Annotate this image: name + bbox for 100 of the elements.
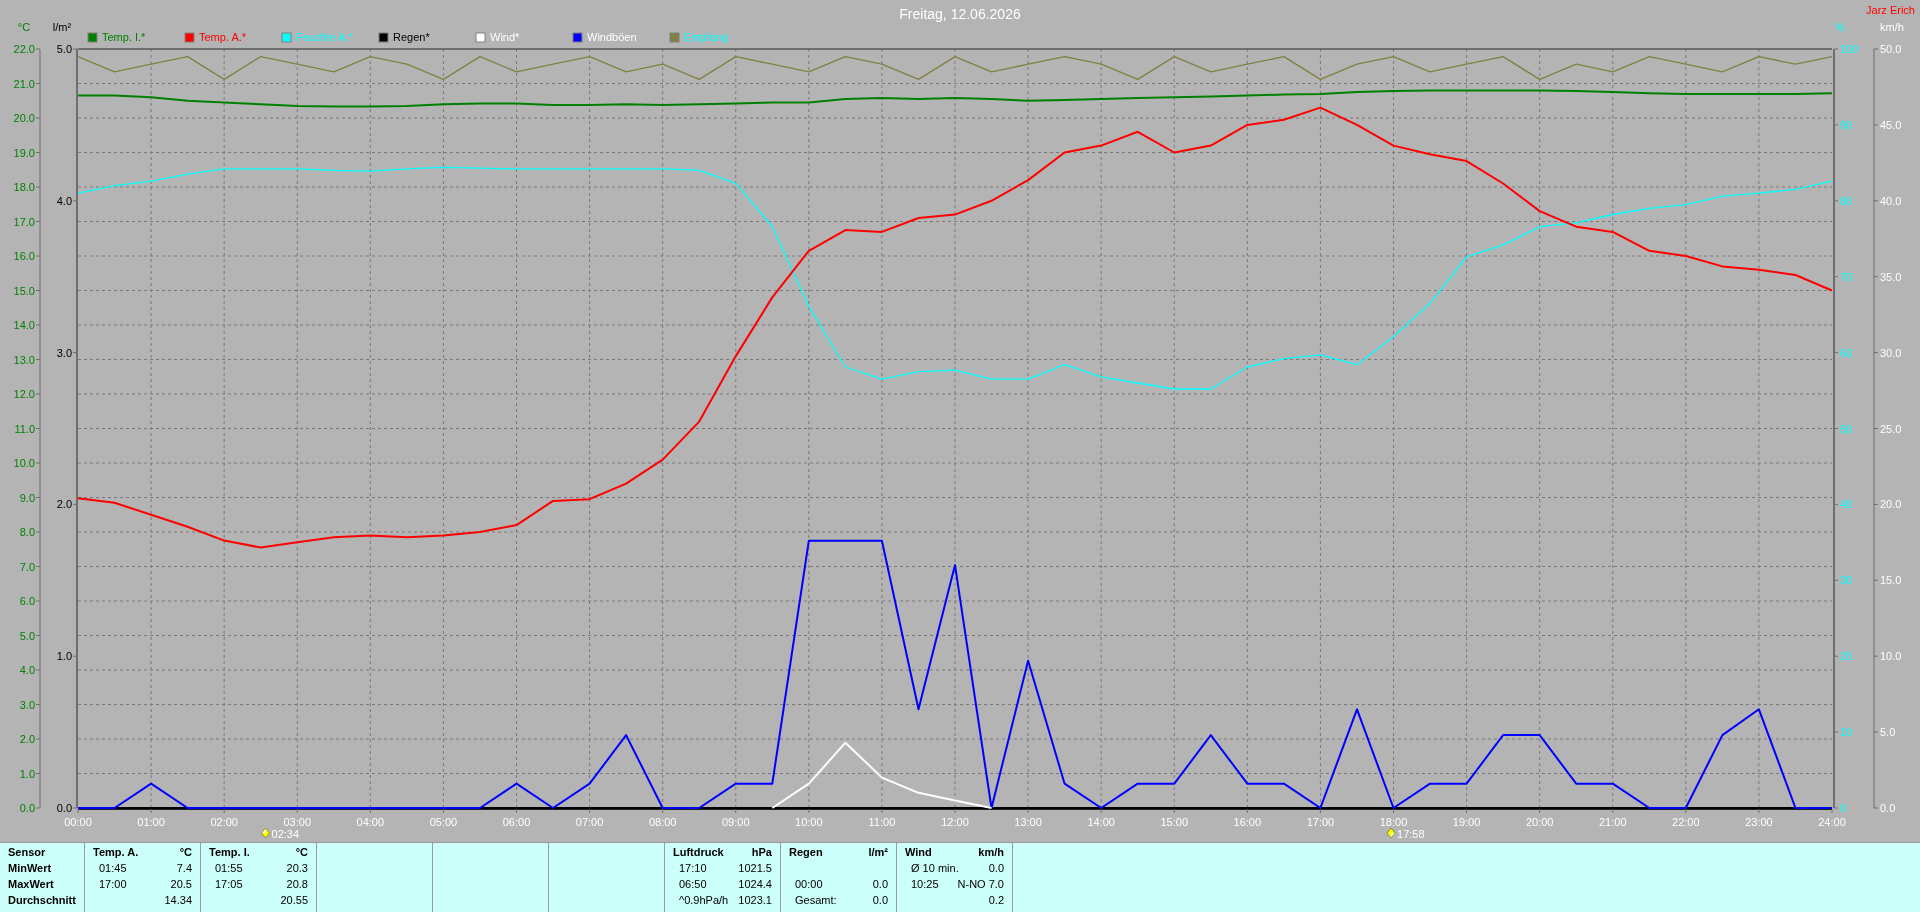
- axis-tick-label: 1.0: [56, 650, 72, 663]
- axis-tick-label: 01:00: [137, 816, 165, 828]
- axis-tick-label: 04:00: [356, 816, 385, 828]
- axis-tick-label: 100: [1840, 43, 1859, 55]
- axis-tick-label: 14:00: [1087, 816, 1115, 828]
- axis-tick-label: 21.0: [13, 77, 35, 90]
- axis-tick-label: 0.0: [19, 802, 35, 814]
- axis-tick-label: 10.0: [1880, 650, 1902, 663]
- axis-tick-label: 40.0: [1880, 194, 1902, 207]
- column-header: Regen: [789, 845, 823, 860]
- legend-label: Wind*: [490, 31, 520, 43]
- time-value: 17:05: [214, 877, 243, 892]
- axis-tick-label: 0.0: [56, 802, 72, 814]
- unit-header: l/m²: [868, 845, 888, 860]
- axis-tick-label: 90: [1840, 118, 1853, 131]
- sun-time-label: 17:58: [1397, 828, 1425, 840]
- legend-label: Empfang: [684, 31, 729, 43]
- time-value: 00:00: [794, 877, 823, 892]
- time-value: 01:45: [98, 861, 127, 876]
- axis-tick-label: 18:00: [1379, 816, 1408, 828]
- axis-tick-label: 70: [1840, 270, 1853, 283]
- measured-value: 1024.4: [738, 877, 772, 892]
- time-value: 17:00: [98, 877, 127, 892]
- axis-tick-label: 07:00: [575, 816, 604, 828]
- axis-tick-label: 22.0: [13, 43, 35, 55]
- legend-label: Temp. I.*: [102, 31, 146, 43]
- axis-tick-label: 40: [1840, 498, 1853, 511]
- axis-tick-label: 12.0: [13, 388, 35, 400]
- axis-tick-label: 35.0: [1880, 270, 1902, 283]
- time-value: Gesamt:: [794, 893, 837, 908]
- sun-marker-icon: [261, 827, 270, 839]
- axis-tick-label: 4.0: [56, 194, 72, 207]
- time-value: Ø 10 min.: [910, 861, 959, 876]
- axis-tick-label: 50.0: [1880, 43, 1902, 55]
- column-header: Temp. A.: [93, 845, 139, 860]
- axis-unit-label: °C: [17, 21, 31, 33]
- axis-tick-label: 03:00: [283, 816, 311, 828]
- axis-tick-label: 6.0: [19, 595, 35, 607]
- measured-value: N-NO 7.0: [957, 877, 1004, 892]
- axis-tick-label: 18.0: [13, 181, 35, 193]
- time-value: 06:50: [678, 877, 707, 892]
- axis-tick-label: 7.0: [19, 560, 35, 573]
- axis-tick-label: 10.0: [13, 457, 35, 469]
- measured-value: 14.34: [164, 893, 192, 908]
- axis-tick-label: 12:00: [941, 816, 969, 828]
- axis-tick-label: 2.0: [19, 733, 35, 745]
- column-header: Sensor: [8, 845, 46, 860]
- axis-tick-label: 5.0: [1880, 726, 1896, 739]
- legend-label: Regen*: [393, 31, 430, 43]
- axis-tick-label: 0: [1840, 802, 1847, 814]
- axis-tick-label: 19:00: [1452, 816, 1481, 828]
- axis-tick-label: 24:00: [1818, 816, 1846, 828]
- axis-tick-label: 5.0: [19, 629, 35, 642]
- axis-tick-label: 5.0: [56, 43, 72, 55]
- axis-tick-label: 16:00: [1233, 816, 1262, 828]
- time-value: ^0.9hPa/h: [678, 893, 729, 908]
- axis-tick-label: 13:00: [1014, 816, 1042, 828]
- measured-value: 0.0: [872, 893, 888, 908]
- axis-unit-label: %: [1835, 21, 1845, 33]
- axis-unit-label: l/m²: [52, 21, 72, 33]
- axis-tick-label: 20: [1840, 650, 1853, 663]
- legend-label: Temp. A.*: [199, 31, 247, 43]
- axis-tick-label: 80: [1840, 194, 1853, 207]
- axis-tick-label: 30: [1840, 574, 1853, 587]
- axis-tick-label: 30.0: [1880, 346, 1902, 359]
- unit-header: °C: [295, 845, 308, 860]
- time-value: 10:25: [910, 877, 939, 892]
- axis-tick-label: 20.0: [1880, 498, 1902, 511]
- measured-value: 0.0: [872, 877, 888, 892]
- row-label: MinWert: [8, 861, 52, 876]
- axis-tick-label: 16.0: [13, 250, 35, 262]
- axis-tick-label: 10: [1840, 726, 1853, 739]
- sun-time-label: 02:34: [271, 828, 300, 840]
- axis-unit-label: km/h: [1880, 21, 1904, 33]
- legend-label: Feuchte A.*: [296, 31, 353, 43]
- axis-tick-label: 4.0: [19, 664, 35, 676]
- axis-tick-label: 08:00: [648, 816, 677, 828]
- legend-label: Windböen: [587, 31, 637, 43]
- axis-tick-label: 21:00: [1599, 816, 1627, 828]
- axis-tick-label: 17.0: [13, 215, 35, 228]
- measured-value: 20.8: [286, 877, 308, 892]
- measured-value: 1021.5: [738, 861, 772, 876]
- axis-tick-label: 13.0: [13, 353, 35, 366]
- axis-tick-label: 8.0: [19, 526, 35, 538]
- axis-tick-label: 06:00: [502, 816, 531, 828]
- axis-tick-label: 11.0: [14, 422, 35, 435]
- axis-tick-label: 00:00: [64, 816, 92, 828]
- time-value: 01:55: [214, 861, 243, 876]
- axis-tick-label: 25.0: [1880, 422, 1902, 435]
- axis-tick-label: 14.0: [13, 319, 35, 331]
- measured-value: 20.55: [280, 893, 308, 908]
- axis-tick-label: 19.0: [13, 146, 35, 159]
- measured-value: 7.4: [176, 861, 192, 876]
- measured-value: 0.2: [988, 893, 1004, 908]
- axis-tick-label: 1.0: [19, 767, 35, 780]
- chart-title: Freitag, 12.06.2026: [899, 6, 1021, 22]
- sun-marker-icon: [1386, 827, 1396, 839]
- unit-header: °C: [179, 845, 192, 860]
- axis-tick-label: 15.0: [13, 284, 35, 297]
- time-value: 17:10: [678, 861, 707, 876]
